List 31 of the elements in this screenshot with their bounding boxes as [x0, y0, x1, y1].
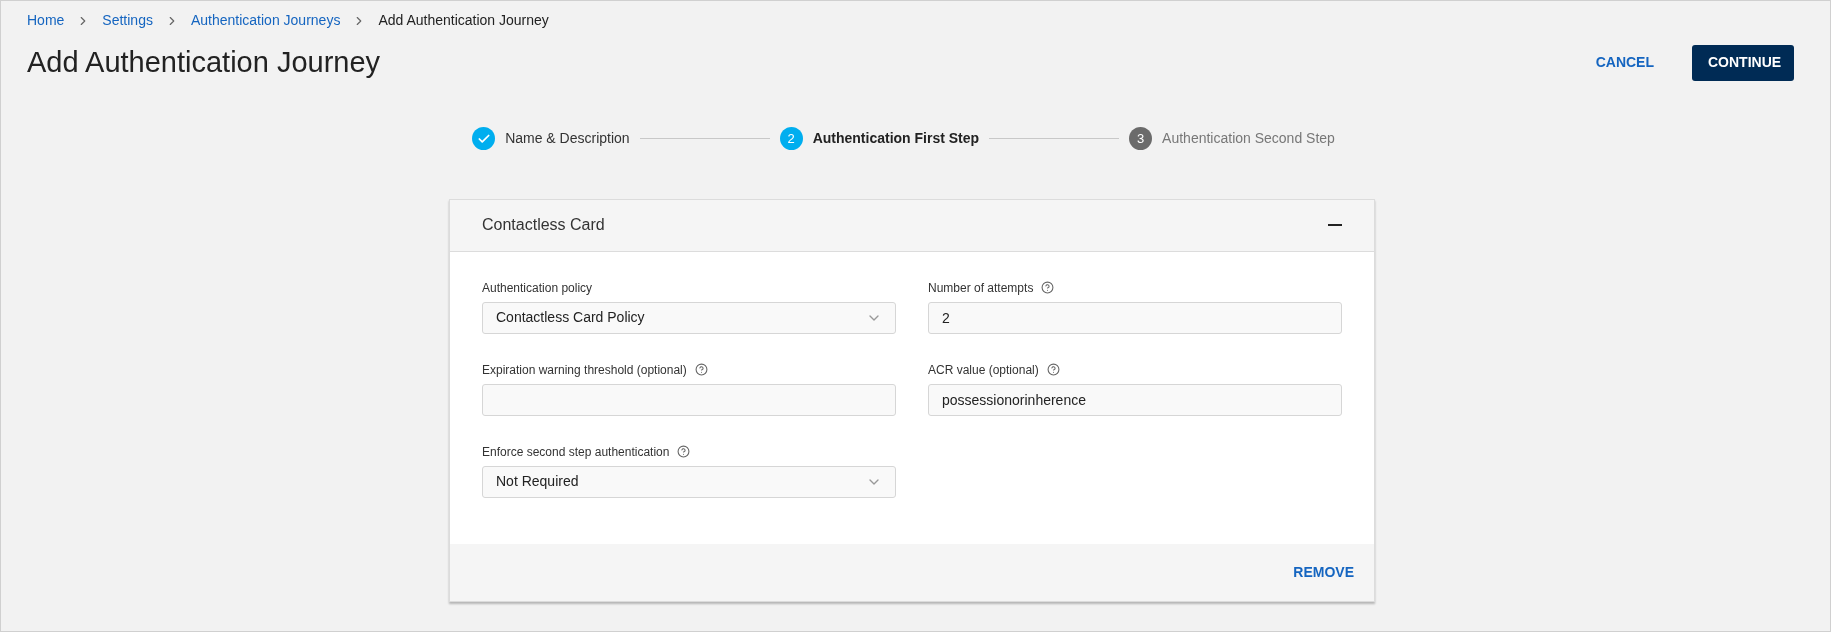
- field-label: Number of attempts: [928, 279, 1034, 297]
- remove-button[interactable]: REMOVE: [1289, 561, 1358, 583]
- input-field[interactable]: [482, 383, 896, 416]
- help-icon[interactable]: [1041, 281, 1055, 294]
- field-label: Enforce second step authentication: [482, 443, 670, 461]
- help-icon[interactable]: [1046, 363, 1060, 376]
- card-title: Contactless Card: [482, 215, 605, 235]
- input-field[interactable]: possessionorinherence: [928, 383, 1342, 416]
- breadcrumb-link[interactable]: Home: [27, 10, 65, 31]
- continue-button[interactable]: CONTINUE: [1692, 44, 1794, 81]
- cancel-button[interactable]: CANCEL: [1581, 42, 1668, 84]
- step-label: Authentication First Step: [812, 129, 980, 148]
- field-label: Authentication policy: [482, 279, 593, 297]
- breadcrumb-link[interactable]: Settings: [102, 10, 153, 31]
- page-title: Add Authentication Journey: [27, 45, 381, 80]
- input-field[interactable]: 2: [928, 301, 1342, 334]
- step-number: 3: [1136, 129, 1145, 148]
- select-value: Contactless Card Policy: [496, 308, 645, 327]
- field-label: Expiration warning threshold (optional): [482, 361, 687, 379]
- select-field[interactable]: Contactless Card Policy: [482, 301, 896, 334]
- select-field[interactable]: Not Required: [482, 465, 896, 498]
- breadcrumb-link[interactable]: Authentication Journeys: [190, 10, 341, 31]
- field-label: ACR value (optional): [928, 361, 1039, 379]
- step-label: Authentication Second Step: [1162, 129, 1335, 148]
- help-icon[interactable]: [694, 363, 708, 376]
- help-icon[interactable]: [677, 445, 691, 458]
- step-label: Name & Description: [505, 129, 630, 148]
- minus-icon: [1328, 224, 1342, 226]
- breadcrumb-current: Add Authentication Journey: [378, 11, 549, 30]
- step-number: 2: [787, 129, 795, 148]
- select-value: Not Required: [496, 472, 579, 491]
